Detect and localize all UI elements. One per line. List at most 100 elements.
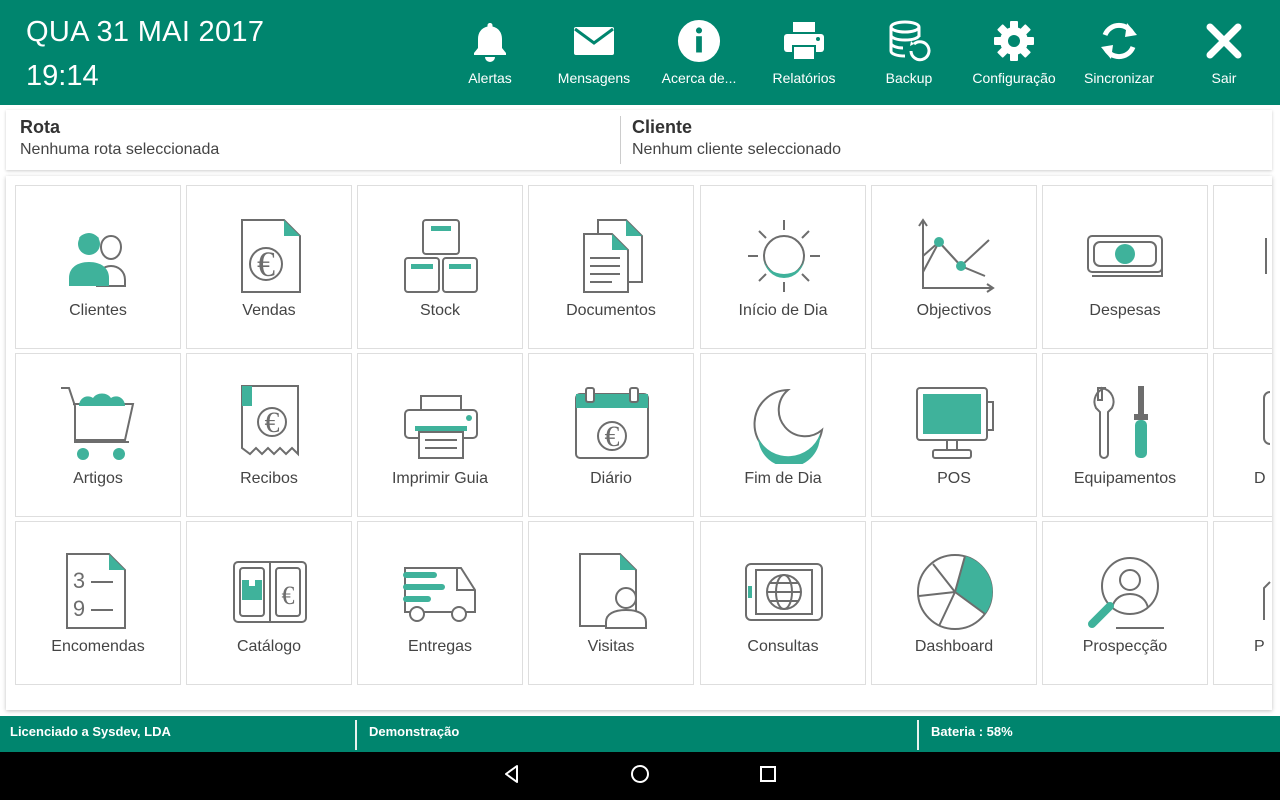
tile-inicio-dia[interactable]: Início de Dia bbox=[700, 185, 866, 349]
tile-dashboard[interactable]: Dashboard bbox=[871, 521, 1037, 685]
pos-monitor-icon bbox=[915, 384, 995, 464]
sync-button[interactable]: Sincronizar bbox=[1069, 18, 1169, 98]
tile-partial-1[interactable] bbox=[1213, 185, 1272, 349]
order-list-icon: 39 bbox=[59, 552, 139, 632]
envelope-icon bbox=[572, 18, 616, 64]
recents-square-icon bbox=[758, 764, 778, 789]
tile-fim-dia[interactable]: Fim de Dia bbox=[700, 353, 866, 517]
back-triangle-icon bbox=[502, 764, 522, 789]
tile-prospeccao[interactable]: Prospecção bbox=[1042, 521, 1208, 685]
tile-objectivos[interactable]: Objectivos bbox=[871, 185, 1037, 349]
sales-document-icon: € bbox=[230, 216, 310, 296]
tile-recibos[interactable]: € Recibos bbox=[186, 353, 352, 517]
tile-artigos[interactable]: Artigos bbox=[15, 353, 181, 517]
tile-label: Objectivos bbox=[916, 302, 992, 319]
tile-diario[interactable]: € Diário bbox=[528, 353, 694, 517]
documents-icon bbox=[572, 216, 652, 296]
exit-button[interactable]: Sair bbox=[1174, 18, 1274, 98]
route-title: Rota bbox=[20, 117, 60, 137]
tile-label: Entregas bbox=[407, 638, 473, 655]
recents-button[interactable] bbox=[748, 762, 788, 790]
tile-label: Catálogo bbox=[236, 638, 302, 655]
sunrise-icon bbox=[744, 216, 824, 296]
current-time: 19:14 bbox=[26, 60, 99, 92]
reports-button[interactable]: Relatórios bbox=[754, 18, 854, 98]
tile-label: Clientes bbox=[69, 302, 127, 319]
visit-icon bbox=[572, 552, 652, 632]
tile-imprimir-guia[interactable]: Imprimir Guia bbox=[357, 353, 523, 517]
reports-label: Relatórios bbox=[772, 70, 836, 86]
tile-pos[interactable]: POS bbox=[871, 353, 1037, 517]
tile-stock[interactable]: Stock bbox=[357, 185, 523, 349]
tile-partial-3[interactable]: P bbox=[1213, 521, 1272, 685]
tile-label: Dashboard bbox=[914, 638, 994, 655]
tile-documentos[interactable]: Documentos bbox=[528, 185, 694, 349]
client-selector[interactable]: Cliente Nenhum cliente seleccionado bbox=[632, 116, 841, 161]
stock-boxes-icon bbox=[401, 216, 481, 296]
status-divider bbox=[355, 720, 357, 750]
banknote-icon bbox=[1086, 216, 1166, 296]
tile-consultas[interactable]: Consultas bbox=[700, 521, 866, 685]
about-label: Acerca de... bbox=[661, 70, 737, 86]
top-bar: QUA 31 MAI 2017 19:14 Alertas Mensagens … bbox=[0, 0, 1280, 105]
close-icon bbox=[1202, 18, 1246, 64]
alerts-label: Alertas bbox=[468, 70, 512, 86]
tile-vendas[interactable]: € Vendas bbox=[186, 185, 352, 349]
tile-visitas[interactable]: Visitas bbox=[528, 521, 694, 685]
receipt-icon: € bbox=[230, 384, 310, 464]
globe-tablet-icon bbox=[744, 552, 824, 632]
prospect-search-icon bbox=[1086, 552, 1166, 632]
bell-icon bbox=[468, 18, 512, 64]
tile-despesas[interactable]: Despesas bbox=[1042, 185, 1208, 349]
alerts-button[interactable]: Alertas bbox=[440, 18, 540, 98]
svg-text:3: 3 bbox=[73, 568, 85, 593]
shopping-cart-icon bbox=[59, 384, 139, 464]
tile-label: Stock bbox=[419, 302, 460, 319]
license-text: Licenciado a Sysdev, LDA bbox=[10, 724, 171, 739]
client-title: Cliente bbox=[632, 117, 693, 137]
tile-partial-2[interactable]: D bbox=[1213, 353, 1272, 517]
back-button[interactable] bbox=[492, 762, 532, 790]
sync-label: Sincronizar bbox=[1083, 70, 1155, 86]
status-bar: Licenciado a Sysdev, LDA Demonstração Ba… bbox=[0, 716, 1280, 752]
settings-button[interactable]: Configuração bbox=[964, 18, 1064, 98]
context-divider bbox=[620, 116, 621, 164]
partial-tile-icon bbox=[1254, 552, 1272, 632]
tile-label: Artigos bbox=[73, 470, 123, 487]
print-guide-icon bbox=[401, 384, 481, 464]
tile-equipamentos[interactable]: Equipamentos bbox=[1042, 353, 1208, 517]
backup-button[interactable]: Backup bbox=[859, 18, 959, 98]
pie-chart-icon bbox=[915, 552, 995, 632]
database-restore-icon bbox=[887, 18, 931, 64]
tile-label: D bbox=[1254, 470, 1266, 487]
tile-label: Diário bbox=[590, 470, 632, 487]
tile-label: Prospecção bbox=[1082, 638, 1168, 655]
svg-text:€: € bbox=[282, 581, 295, 610]
modules-grid: Clientes € Vendas Stock Documentos Iníci… bbox=[6, 176, 1272, 710]
route-value: Nenhuma rota seleccionada bbox=[20, 141, 220, 158]
tile-label: Início de Dia bbox=[738, 302, 828, 319]
route-selector[interactable]: Rota Nenhuma rota seleccionada bbox=[20, 116, 219, 161]
messages-button[interactable]: Mensagens bbox=[544, 18, 644, 98]
status-divider bbox=[917, 720, 919, 750]
settings-label: Configuração bbox=[972, 70, 1056, 86]
calendar-euro-icon: € bbox=[572, 384, 652, 464]
gear-icon bbox=[992, 18, 1036, 64]
partial-tile-icon bbox=[1254, 384, 1272, 464]
delivery-truck-icon bbox=[401, 552, 481, 632]
tile-label: Recibos bbox=[240, 470, 298, 487]
tile-label: Visitas bbox=[587, 638, 635, 655]
catalog-icon: € bbox=[230, 552, 310, 632]
client-value: Nenhum cliente seleccionado bbox=[632, 141, 842, 158]
tile-label: Fim de Dia bbox=[744, 470, 822, 487]
home-button[interactable] bbox=[620, 762, 660, 790]
tile-encomendas[interactable]: 39 Encomendas bbox=[15, 521, 181, 685]
tile-entregas[interactable]: Entregas bbox=[357, 521, 523, 685]
home-circle-icon bbox=[629, 763, 651, 790]
clients-icon bbox=[59, 216, 139, 296]
printer-icon bbox=[782, 18, 826, 64]
tile-catalogo[interactable]: € Catálogo bbox=[186, 521, 352, 685]
tile-clientes[interactable]: Clientes bbox=[15, 185, 181, 349]
tile-label: Imprimir Guia bbox=[391, 470, 488, 487]
about-button[interactable]: Acerca de... bbox=[649, 18, 749, 98]
